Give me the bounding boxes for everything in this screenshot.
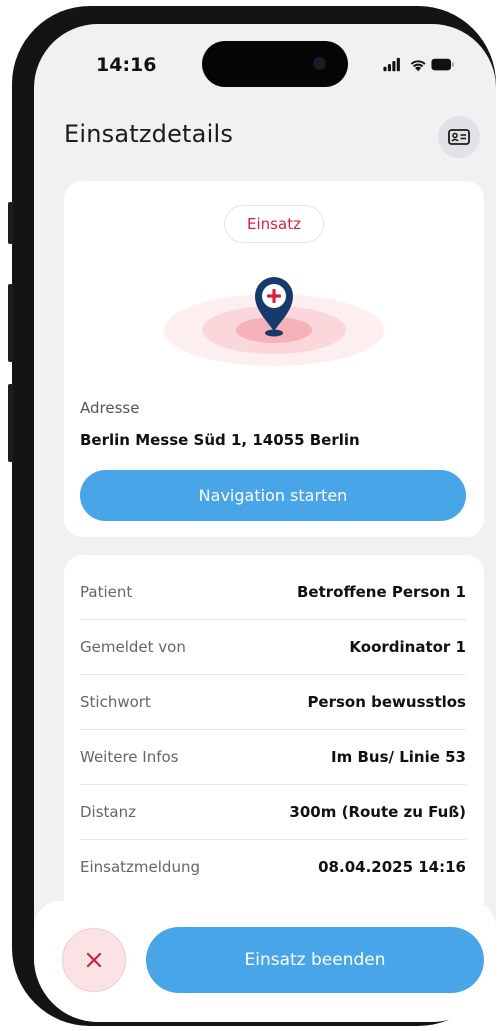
action-button <box>8 202 13 244</box>
volume-up-button <box>8 284 13 362</box>
signal-icon <box>383 57 400 72</box>
bottom-action-bar: Einsatz beenden <box>34 901 496 1022</box>
detail-label: Gemeldet von <box>80 638 186 656</box>
detail-value: Im Bus/ Linie 53 <box>331 748 466 766</box>
address-value: Berlin Messe Süd 1, 14055 Berlin <box>80 431 360 449</box>
screen: 14:16 Einsatzdetails Einsatz Adresse Ber… <box>34 24 496 1022</box>
battery-icon <box>431 58 454 71</box>
detail-label: Weitere Infos <box>80 748 179 766</box>
camera-icon <box>313 57 326 70</box>
wifi-icon <box>410 60 426 72</box>
volume-down-button <box>8 384 13 462</box>
detail-row-distance: Distanz 300m (Route zu Fuß) <box>80 785 466 839</box>
status-icons <box>383 57 454 72</box>
phone-frame: 14:16 Einsatzdetails Einsatz Adresse Ber… <box>8 6 496 1026</box>
detail-row-keyword: Stichwort Person bewusstlos <box>80 675 466 729</box>
detail-row-more-info: Weitere Infos Im Bus/ Linie 53 <box>80 730 466 784</box>
page-title: Einsatzdetails <box>64 120 234 148</box>
location-map <box>164 277 384 366</box>
close-icon <box>86 952 102 968</box>
detail-value: 300m (Route zu Fuß) <box>289 803 466 821</box>
detail-label: Stichwort <box>80 693 151 711</box>
detail-label: Patient <box>80 583 133 601</box>
dynamic-island <box>202 41 348 87</box>
address-label: Adresse <box>80 399 140 417</box>
cancel-button[interactable] <box>62 928 126 992</box>
detail-label: Distanz <box>80 803 136 821</box>
incident-badge: Einsatz <box>224 205 324 243</box>
detail-value: Betroffene Person 1 <box>296 583 466 601</box>
detail-label: Einsatzmeldung <box>80 858 200 876</box>
id-card-icon <box>448 129 470 145</box>
detail-row-reported-at: Einsatzmeldung 08.04.2025 14:16 <box>80 840 466 894</box>
id-card-button[interactable] <box>438 116 480 158</box>
status-time: 14:16 <box>96 54 157 76</box>
end-incident-button[interactable]: Einsatz beenden <box>146 927 484 993</box>
detail-row-patient: Patient Betroffene Person 1 <box>80 565 466 619</box>
detail-value: 08.04.2025 14:16 <box>318 858 466 876</box>
details-card: Patient Betroffene Person 1 Gemeldet von… <box>64 555 484 955</box>
location-card: Einsatz Adresse Berlin Messe Süd 1, 1405… <box>64 181 484 537</box>
detail-value: Person bewusstlos <box>307 693 466 711</box>
detail-value: Koordinator 1 <box>349 638 466 656</box>
detail-row-reported-by: Gemeldet von Koordinator 1 <box>80 620 466 674</box>
start-navigation-button[interactable]: Navigation starten <box>80 470 466 521</box>
